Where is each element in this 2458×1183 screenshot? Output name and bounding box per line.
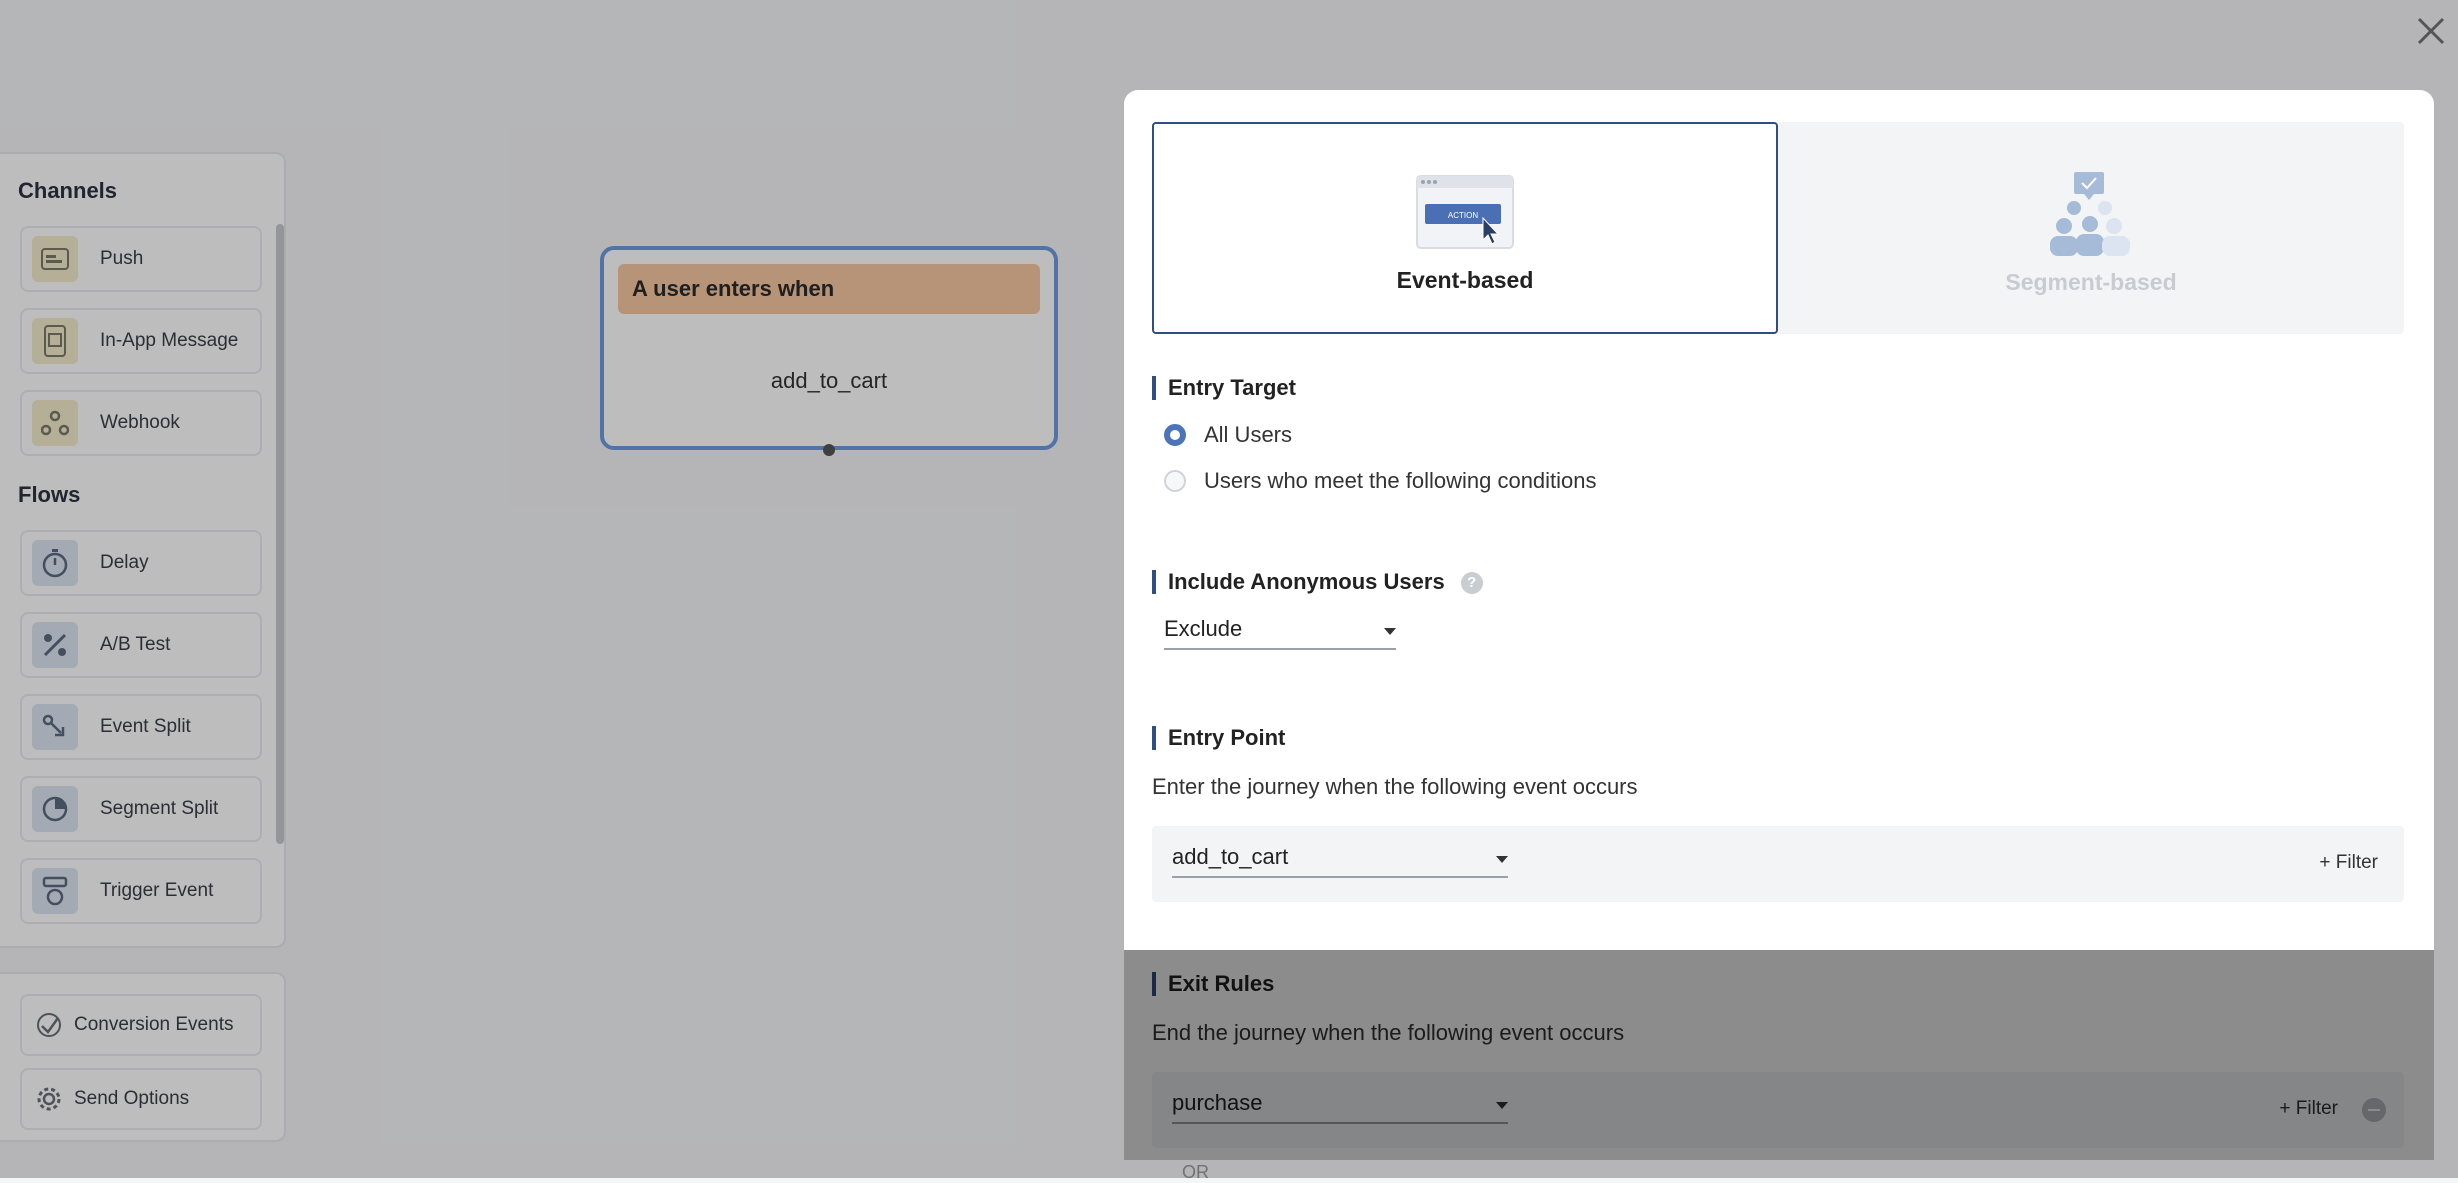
radio-conditional-users[interactable]: Users who meet the following conditions xyxy=(1164,468,1597,494)
segment-people-illustration xyxy=(2048,172,2134,261)
entry-point-description: Enter the journey when the following eve… xyxy=(1152,774,1638,799)
entry-type-label: Segment-based xyxy=(2005,269,2177,295)
entry-event-row: add_to_cart + Filter xyxy=(1152,826,2404,902)
entry-type-segment-based[interactable]: Segment-based xyxy=(1778,122,2404,334)
radio-label: Users who meet the following conditions xyxy=(1204,468,1597,493)
chevron-down-icon xyxy=(1384,628,1396,635)
anonymous-users-value: Exclude xyxy=(1164,616,1243,641)
close-button[interactable] xyxy=(2414,14,2448,48)
radio-label: All Users xyxy=(1204,422,1293,447)
radio-selected-icon[interactable] xyxy=(1164,424,1186,446)
entry-settings-panel: ACTION Event-based Segment-based Entry T… xyxy=(1124,90,2434,950)
help-icon[interactable]: ? xyxy=(1460,572,1483,595)
action-art-text: ACTION xyxy=(1448,211,1478,220)
entry-point-title: Entry Point xyxy=(1152,726,1285,750)
anonymous-users-select[interactable]: Exclude xyxy=(1164,610,1396,650)
anonymous-users-title-text: Include Anonymous Users xyxy=(1168,569,1445,594)
action-click-illustration: ACTION xyxy=(1415,174,1515,255)
entry-event-value: add_to_cart xyxy=(1172,844,1289,869)
panel-scroll-shade xyxy=(1124,950,2434,1160)
entry-event-select[interactable]: add_to_cart xyxy=(1172,838,1508,878)
entry-filter-button[interactable]: + Filter xyxy=(2319,852,2378,874)
close-icon xyxy=(2417,17,2445,45)
chevron-down-icon xyxy=(1496,856,1508,863)
radio-all-users[interactable]: All Users xyxy=(1164,422,1292,448)
radio-unselected-icon[interactable] xyxy=(1164,470,1186,492)
anonymous-users-title: Include Anonymous Users? xyxy=(1152,569,1483,595)
entry-type-label: Event-based xyxy=(1396,267,1534,293)
entry-type-event-based[interactable]: ACTION Event-based xyxy=(1152,122,1778,334)
entry-target-title: Entry Target xyxy=(1152,376,1296,400)
